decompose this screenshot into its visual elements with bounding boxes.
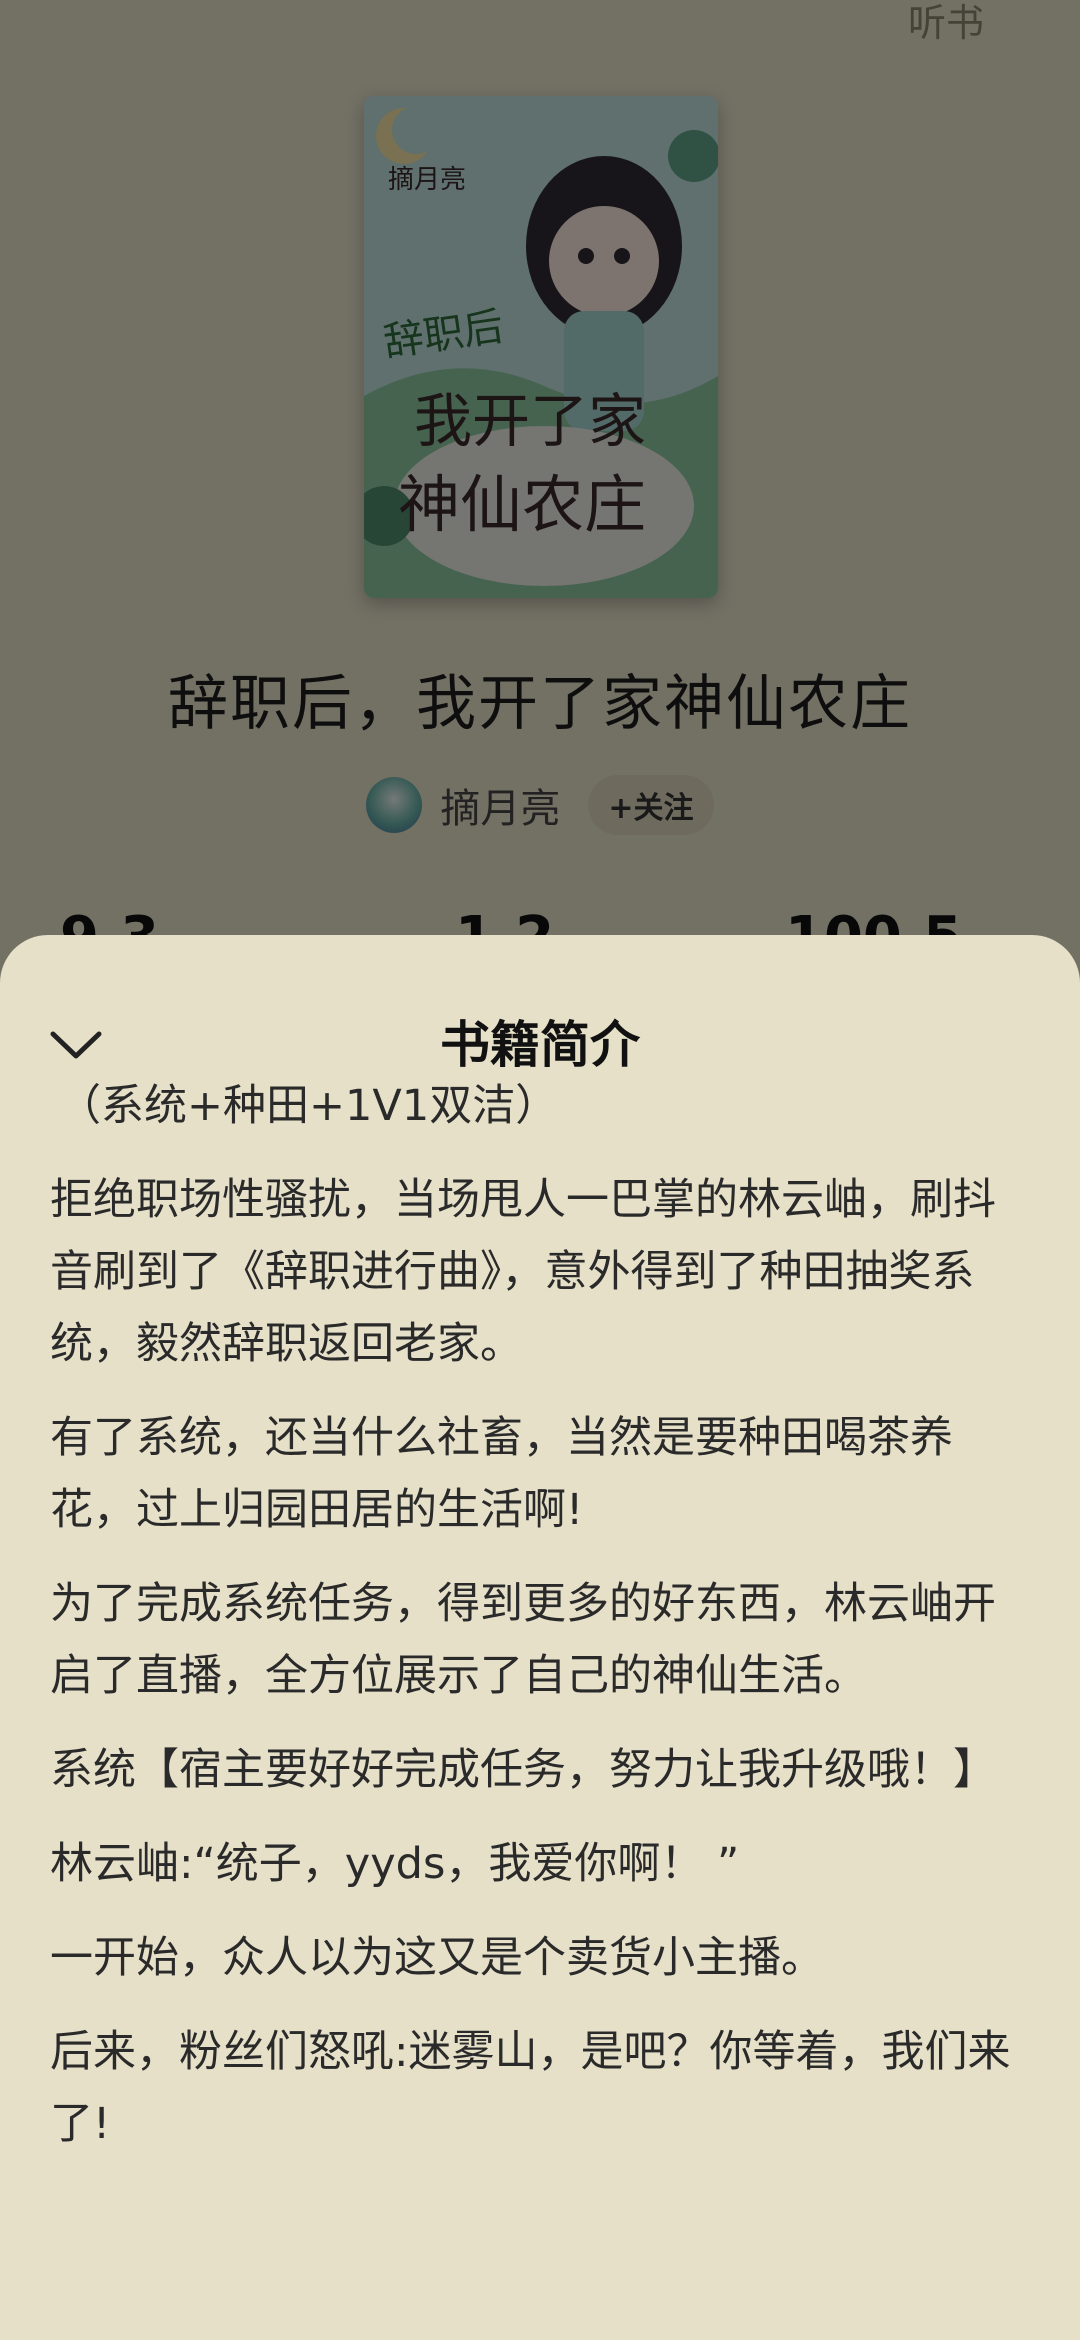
intro-paragraph: 拒绝职场性骚扰，当场甩人一巴掌的林云岫，刷抖音刷到了《辞职进行曲》，意外得到了种… bbox=[50, 1175, 996, 1369]
sheet-header: 书籍简介 bbox=[0, 935, 1080, 1074]
intro-paragraph: 一开始，众人以为这又是个卖货小主播。 bbox=[50, 1933, 824, 1983]
sheet-title: 书籍简介 bbox=[440, 1016, 640, 1074]
intro-bottom-sheet: 书籍简介 （系统+种田+1V1双洁） 拒绝职场性骚扰，当场甩人一巴掌的林云岫，刷… bbox=[0, 935, 1080, 2340]
intro-paragraph: 林云岫:“统子，yyds，我爱你啊！ ” bbox=[50, 1839, 740, 1889]
intro-paragraph: 为了完成系统任务，得到更多的好东西，林云岫开启了直播，全方位展示了自己的神仙生活… bbox=[50, 1579, 996, 1701]
intro-paragraph: （系统+种田+1V1双洁） bbox=[58, 1081, 559, 1131]
intro-paragraph: 后来，粉丝们怒吼:迷雾山，是吧？你等着，我们来了! bbox=[50, 2027, 1011, 2149]
intro-paragraph: 有了系统，还当什么社畜，当然是要种田喝茶养花，过上归园田居的生活啊! bbox=[50, 1413, 953, 1535]
intro-paragraph: 系统【宿主要好好完成任务，努力让我升级哦！】 bbox=[50, 1745, 996, 1795]
intro-text: （系统+种田+1V1双洁） 拒绝职场性骚扰，当场甩人一巴掌的林云岫，刷抖音刷到了… bbox=[0, 1070, 1080, 2160]
